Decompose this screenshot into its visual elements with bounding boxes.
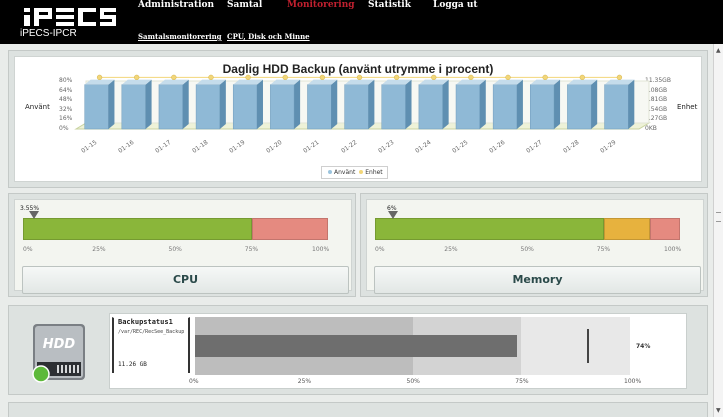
nav-samtal[interactable]: Samtal (227, 0, 262, 10)
hdd-bar-chart (74, 74, 651, 130)
legend-used-swatch (328, 170, 332, 174)
legend-unit: Enhet (365, 169, 383, 176)
backup-path: /var/REC/RecSee_Backup (118, 329, 185, 335)
hdd-backup-chart: Daglig HDD Backup (använt utrymme i proc… (14, 56, 702, 182)
memory-panel: 6% Memory 0% 25% 50% 75% 100% (360, 193, 708, 297)
bar-used-01-21 (307, 79, 338, 130)
point-unit-01-21 (319, 74, 326, 81)
point-unit-01-16 (134, 74, 140, 81)
gauge-tick-0%: 0% (375, 246, 385, 253)
point-unit-01-23 (393, 74, 400, 81)
scroll-up-arrow-icon[interactable]: ▲ (716, 47, 721, 54)
hdd-backup-panel: Daglig HDD Backup (använt utrymme i proc… (8, 50, 708, 188)
subnav-cpu-disk-minne[interactable]: CPU, Disk och Minne (227, 32, 310, 41)
memory-gauge-box: 6% Memory 0% 25% 50% 75% 100% (366, 199, 704, 294)
gauge-tick-50%: 50% (520, 246, 534, 253)
bar-used-01-22 (344, 79, 375, 130)
cpu-panel: 3.55% CPU 0% 25% 50% 75% 100% (8, 193, 356, 297)
bullet-tick-100%: 100% (624, 378, 642, 385)
bar-used-01-24 (418, 79, 449, 130)
gauge-range-2 (649, 218, 680, 240)
subnav-samtalsmonitorering[interactable]: Samtalsmonitorering (138, 32, 222, 41)
nav-logga-ut[interactable]: Logga ut (433, 0, 478, 10)
bullet-tick-25%: 25% (297, 378, 312, 385)
point-unit-01-27 (542, 74, 548, 81)
bar-used-01-19 (232, 79, 263, 130)
memory-button[interactable]: Memory (374, 266, 701, 294)
backup-bullet-chart: 0% 25% 50% 75% 100% (189, 317, 641, 389)
gauge-tick-75%: 75% (596, 246, 611, 253)
scroll-grip-icon[interactable] (716, 212, 721, 222)
gauge-tick-100%: 100% (664, 246, 682, 253)
point-unit-01-17 (171, 74, 177, 81)
gauge-tick-25%: 25% (444, 246, 458, 253)
point-unit-01-26 (505, 74, 511, 81)
backup-name: Backupstatus1 (118, 318, 173, 326)
point-unit-01-25 (468, 74, 474, 81)
point-unit-01-19 (245, 74, 251, 81)
gauge-range-0 (375, 218, 604, 240)
bar-used-01-20 (270, 79, 301, 130)
bar-used-01-18 (195, 79, 226, 130)
point-unit-01-20 (282, 74, 288, 81)
backup-size: 11.26 GB (118, 361, 147, 368)
hdd-icon-label: HDD (43, 337, 76, 352)
page-scrollbar[interactable]: ▲ ▼ (713, 44, 723, 417)
bullet-tick-0%: 0% (189, 378, 199, 385)
bar-used-01-16 (121, 79, 152, 130)
bar-used-01-25 (455, 79, 486, 130)
next-panel-edge (8, 402, 708, 417)
backup-status-panel: HDD Backupstatus1 /var/REC/RecSee_Backup… (8, 305, 708, 395)
bar-used-01-29 (604, 79, 635, 130)
point-unit-01-28 (579, 74, 585, 81)
hdd-icon: HDD (29, 318, 89, 392)
gauge-range-1 (603, 218, 650, 240)
backup-percent: 74% (636, 343, 651, 350)
cpu-gauge-box: 3.55% CPU 0% 25% 50% 75% 100% (14, 199, 352, 294)
nav-monitorering[interactable]: Monitorering (287, 0, 355, 10)
bar-used-01-15 (84, 79, 115, 130)
bullet-target-marker (586, 329, 589, 363)
scroll-down-arrow-icon[interactable]: ▼ (716, 407, 721, 414)
bar-used-01-17 (158, 79, 189, 130)
bar-used-01-23 (381, 79, 412, 130)
point-unit-01-22 (356, 74, 363, 81)
top-navigation-bar: iPECS-IPCR Administration Samtal Monitor… (0, 0, 723, 44)
gauge-tick-75%: 75% (244, 246, 259, 253)
gauge-range-1 (251, 218, 328, 240)
gauge-tick-0%: 0% (23, 246, 33, 253)
bar-used-01-27 (530, 79, 561, 130)
bar-used-01-26 (492, 79, 523, 130)
point-unit-01-29 (616, 74, 623, 81)
gauge-tick-50%: 50% (168, 246, 182, 253)
system-name: iPECS-IPCR (20, 28, 77, 39)
gauge-tick-100%: 100% (312, 246, 330, 253)
bullet-band-2 (521, 317, 630, 375)
cpu-button[interactable]: CPU (22, 266, 349, 294)
bullet-tick-50%: 50% (406, 378, 420, 385)
nav-administration[interactable]: Administration (138, 0, 214, 10)
point-unit-01-15 (96, 74, 103, 81)
legend-used: Använt (334, 169, 356, 176)
backup-status-box: Backupstatus1 /var/REC/RecSee_Backup 11.… (109, 313, 687, 389)
point-unit-01-18 (208, 74, 214, 81)
bar-used-01-28 (567, 79, 598, 130)
chart-legend: Använt Enhet (321, 166, 388, 179)
point-unit-01-24 (431, 74, 437, 81)
gauge-tick-25%: 25% (92, 246, 106, 253)
bullet-tick-75%: 75% (515, 378, 529, 385)
gauge-range-0 (23, 218, 252, 240)
bullet-value-bar (195, 335, 517, 357)
legend-unit-swatch (359, 170, 364, 174)
ipecs-logo-mark (24, 8, 116, 26)
gauge-pointer-icon (28, 211, 39, 219)
gauge-pointer-icon (388, 211, 399, 219)
nav-statistik[interactable]: Statistik (368, 0, 411, 10)
